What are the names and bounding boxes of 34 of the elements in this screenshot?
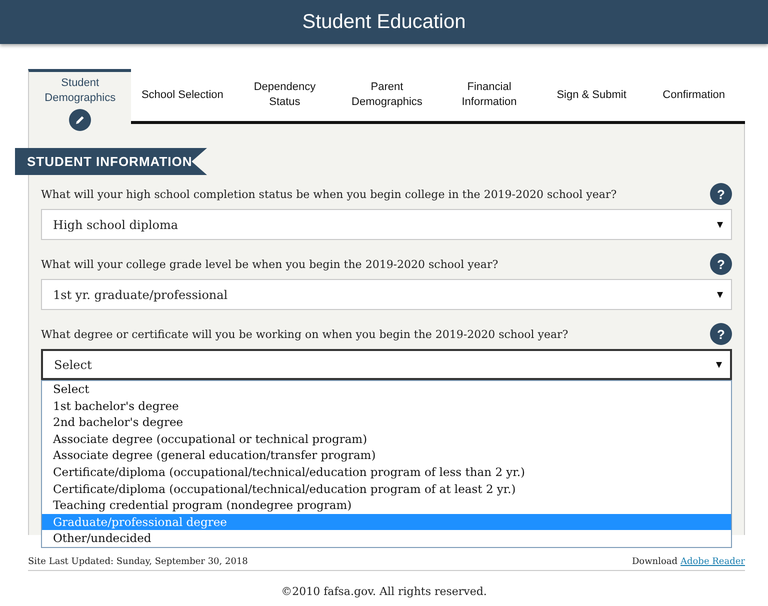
dropdown-option[interactable]: Certificate/diploma (occupational/technical/education program of at least 2 yr.) bbox=[42, 480, 731, 498]
step-tab[interactable]: Parent Demographics bbox=[336, 69, 438, 124]
last-updated-text: Site Last Updated: Sunday, September 30, 2018 bbox=[28, 557, 248, 567]
dropdown-option[interactable]: Certificate/diploma (occupational/technical/education program of less than 2 yr.) bbox=[42, 464, 731, 481]
page-title: Student Education bbox=[302, 10, 466, 34]
question-label: What degree or certificate will you be working on when you begin the 2019-2020 school year? bbox=[41, 328, 568, 340]
pencil-icon bbox=[69, 109, 92, 131]
download-label: Download bbox=[632, 557, 678, 567]
question-label: What will your college grade level be when you begin the 2019-2020 school year? bbox=[41, 258, 498, 270]
question-label: What will your high school completion status be when you begin college in the 2019-2020 school year? bbox=[41, 188, 617, 200]
help-button[interactable]: ? bbox=[710, 253, 732, 275]
caret-icon bbox=[717, 222, 723, 228]
dropdown-field[interactable]: Select bbox=[41, 349, 732, 380]
dropdown-option[interactable]: Teaching credential program (nondegree program) bbox=[42, 497, 731, 514]
step-tab[interactable]: Financial Information bbox=[438, 69, 540, 124]
help-button[interactable]: ? bbox=[710, 183, 732, 205]
dropdown-option[interactable]: 1st bachelor's degree bbox=[42, 398, 731, 414]
step-tab[interactable]: Dependency Status bbox=[234, 69, 336, 124]
dropdown-field[interactable]: High school diploma bbox=[41, 209, 732, 240]
dropdown-option[interactable]: 2nd bachelor's degree bbox=[42, 414, 731, 431]
help-button[interactable]: ? bbox=[710, 323, 732, 345]
dropdown-option[interactable]: Other/undecided bbox=[42, 530, 731, 547]
dropdown-option[interactable]: Select bbox=[42, 381, 731, 398]
dropdown-option[interactable]: Associate degree (occupational or technical program) bbox=[42, 430, 731, 448]
caret-icon bbox=[717, 292, 723, 298]
step-tab[interactable]: Confirmation bbox=[642, 69, 745, 124]
step-tab[interactable]: School Selection bbox=[131, 69, 234, 124]
dropdown-option[interactable]: Associate degree (general education/transfer program) bbox=[42, 447, 731, 464]
adobe-reader-link[interactable]: Adobe Reader bbox=[680, 557, 745, 567]
section-title: STUDENT INFORMATION bbox=[27, 154, 192, 169]
caret-icon bbox=[716, 362, 722, 368]
dropdown-field[interactable]: 1st yr. graduate/professional bbox=[41, 279, 732, 310]
copyright-text: ©2010 fafsa.gov. All rights reserved. bbox=[281, 585, 487, 598]
step-tab[interactable]: Sign & Submit bbox=[540, 69, 643, 124]
